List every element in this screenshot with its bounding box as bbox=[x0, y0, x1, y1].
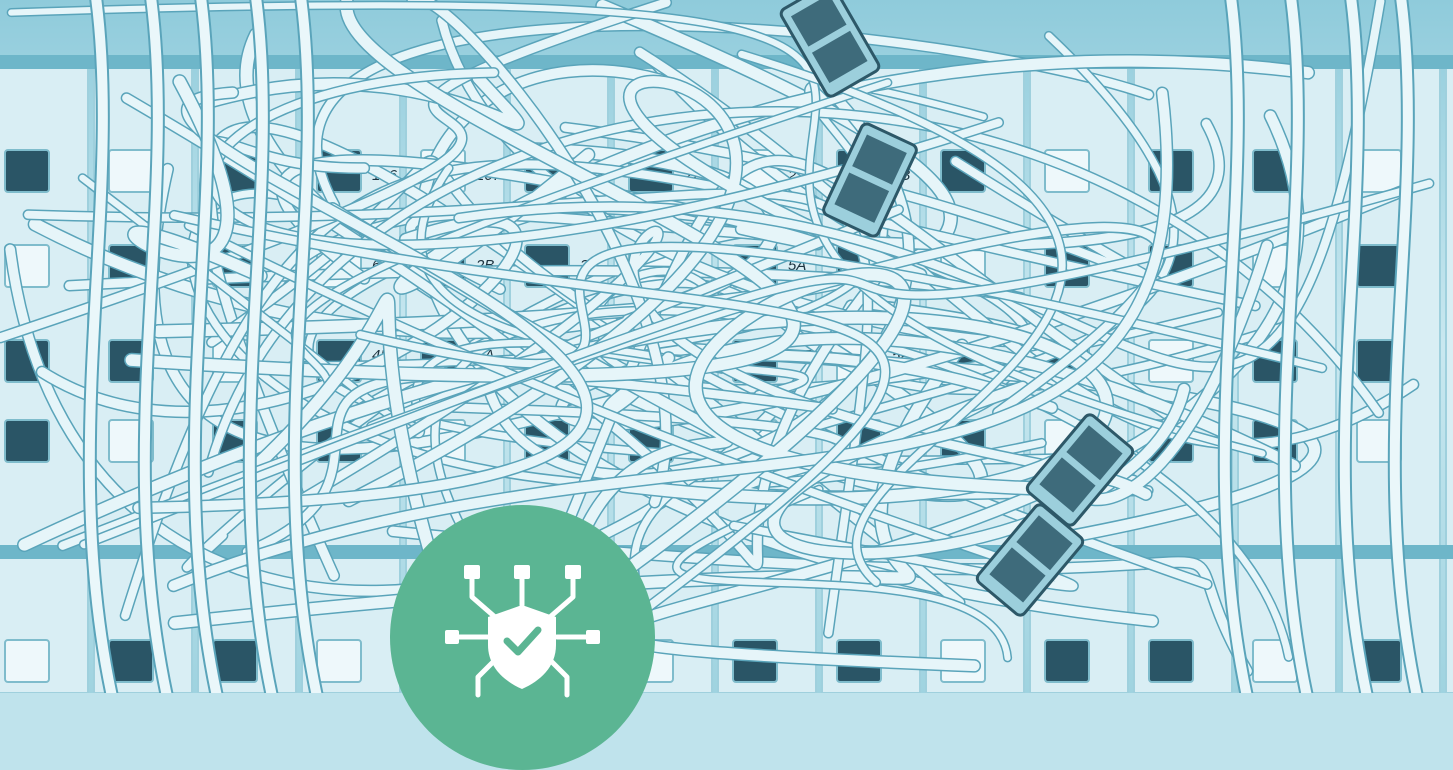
network-port bbox=[4, 419, 50, 463]
panel-column bbox=[1445, 59, 1453, 694]
network-port bbox=[316, 639, 362, 683]
patch-panel-image: 1066B4B1072B5A1083A3B2212A2B2315A2275B23… bbox=[0, 0, 1453, 717]
network-port bbox=[4, 639, 50, 683]
shield-check-network-icon bbox=[445, 565, 600, 698]
network-cable-photo: 1066B4B1072B5A1083A3B2212A2B2315A2275B23… bbox=[0, 0, 1453, 770]
network-port bbox=[1148, 639, 1194, 683]
network-port bbox=[1356, 244, 1402, 288]
security-badge bbox=[390, 505, 655, 770]
network-port bbox=[1044, 639, 1090, 683]
network-port bbox=[108, 149, 154, 193]
network-port bbox=[108, 639, 154, 683]
network-port bbox=[4, 149, 50, 193]
